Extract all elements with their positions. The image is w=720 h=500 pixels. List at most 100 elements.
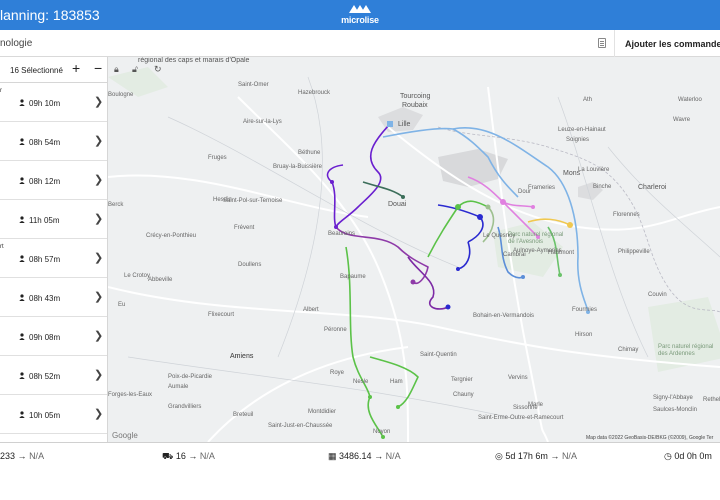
stat-vehicles-value: 16 xyxy=(175,451,186,461)
driver-icon xyxy=(19,333,25,340)
add-route-button[interactable]: + xyxy=(72,61,80,75)
driver-icon xyxy=(19,138,25,145)
summary-bar: 233 → N/A ⛟︎ 16 → N/A ▦ 3486.14 → N/A ◎ … xyxy=(0,442,720,500)
add-orders-label: Ajouter les commandes xyxy=(625,39,720,49)
brand-mark-icon xyxy=(349,5,371,13)
arrow-icon: → xyxy=(550,451,560,461)
driver-icon xyxy=(19,177,25,184)
selected-count: 16 Sélectionné xyxy=(10,66,63,75)
stat-orders: 233 → N/A xyxy=(0,451,44,461)
route-list-item[interactable]: 09h 08m ❯ xyxy=(0,317,107,356)
route-label-fragment: r xyxy=(0,88,2,94)
map-place-label: Amiens xyxy=(230,353,254,360)
driver-icon xyxy=(19,99,25,106)
planning-title: lanning: 183853 xyxy=(0,7,100,23)
chevron-right-icon[interactable]: ❯ xyxy=(94,173,103,186)
map-place-label: Chimay xyxy=(618,347,639,353)
map-place-label: Vervins xyxy=(508,375,528,381)
route-list-panel: 16 Sélectionné + − r 09h 10m ❯ 08h 54m ❯ 08h … xyxy=(0,57,108,473)
route-duration: 08h 54m xyxy=(29,138,61,147)
map-place-label: Boulogne xyxy=(108,92,134,98)
map-place-label: Aire-sur-la-Lys xyxy=(243,119,282,125)
route-list-item[interactable]: rt 08h 57m ❯ xyxy=(0,239,107,278)
route-list-item[interactable]: 08h 52m ❯ xyxy=(0,356,107,395)
route-list-item[interactable]: 08h 54m ❯ xyxy=(0,122,107,161)
map-place-label: Tergnier xyxy=(451,377,473,383)
map-place-label: Wavre xyxy=(673,117,691,123)
stat-orders-value: 233 xyxy=(0,451,16,461)
map-view[interactable]: 🔒︎ 🔓︎ ↻ régional des caps et marais d'Op… xyxy=(108,57,720,442)
map-place-label: Saint-Quentin xyxy=(420,352,457,358)
technology-label: nologie xyxy=(0,38,33,49)
map-place-label: Douai xyxy=(388,201,407,208)
map-place-label: Waterloo xyxy=(678,97,702,103)
route-list-item[interactable]: 08h 43m ❯ xyxy=(0,278,107,317)
chevron-right-icon[interactable]: ❯ xyxy=(94,251,103,264)
route-label-fragment: rt xyxy=(0,244,4,250)
google-logo: Google xyxy=(112,431,138,440)
arrow-icon: → xyxy=(188,451,198,461)
map-place-label: Crécy-en-Ponthieu xyxy=(146,233,197,239)
map-place-label: Aumale xyxy=(168,384,189,390)
chevron-right-icon[interactable]: ❯ xyxy=(94,134,103,147)
top-bar: lanning: 183853 microlise xyxy=(0,0,720,30)
map-place-label: Saint-Pol-sur-Ternoise xyxy=(223,198,283,204)
map-place-label: Le Crotoy xyxy=(124,273,151,279)
map-place-label: Cambrai xyxy=(503,252,526,258)
map-place-label: Beaurains xyxy=(328,231,356,237)
route-duration: 08h 43m xyxy=(29,294,61,303)
route-list-item[interactable]: 10h 05m ❯ xyxy=(0,395,107,434)
map-place-label: Hirson xyxy=(575,332,593,338)
chevron-right-icon[interactable]: ❯ xyxy=(94,329,103,342)
map-place-label: Saint-Just-en-Chaussée xyxy=(268,423,333,429)
map-place-label: Forges-les-Eaux xyxy=(108,392,153,398)
document-icon[interactable] xyxy=(598,38,606,48)
remove-route-button[interactable]: − xyxy=(94,61,102,75)
route-duration: 08h 52m xyxy=(29,372,61,381)
map-place-label: Hazebrouck xyxy=(298,90,331,96)
route-duration: 08h 12m xyxy=(29,177,61,186)
stat-drive-time-value: 5d 17h 6m xyxy=(505,451,548,461)
arrow-icon: → xyxy=(17,451,27,461)
route-duration: 10h 05m xyxy=(29,411,61,420)
map-place-label: régional des caps et marais d'Opale xyxy=(138,57,250,64)
chevron-right-icon[interactable]: ❯ xyxy=(94,290,103,303)
add-orders-button[interactable]: Ajouter les commandes ⌄ xyxy=(614,30,720,57)
chevron-right-icon[interactable]: ❯ xyxy=(94,212,103,225)
unlock-icon[interactable]: 🔓︎ xyxy=(132,64,138,75)
map-place-label: Parc naturel régional de l'Avesnois xyxy=(508,232,564,245)
route-list-header: 16 Sélectionné + − xyxy=(0,57,107,83)
map-place-label: Soignies xyxy=(566,137,590,143)
map-place-label: Eu xyxy=(118,302,126,308)
driver-icon xyxy=(19,411,25,418)
map-place-label: Chauny xyxy=(453,392,474,398)
driver-icon xyxy=(19,216,25,223)
stat-idle-time: ◷ 0d 0h 0m xyxy=(664,451,712,462)
route-list-item[interactable]: 08h 12m ❯ xyxy=(0,161,107,200)
map-place-label: Philippeville xyxy=(618,249,650,255)
chevron-right-icon[interactable]: ❯ xyxy=(94,407,103,420)
map-place-label: Saulces-Monclin xyxy=(653,407,698,413)
map-place-label: Flixecourt xyxy=(208,312,235,318)
stat-drive-time-target: N/A xyxy=(561,451,577,461)
route-list-item[interactable]: 11h 05m ❯ xyxy=(0,200,107,239)
stat-distance-value: 3486.14 xyxy=(339,451,372,461)
route-list-item[interactable]: r 09h 10m ❯ xyxy=(0,83,107,122)
map-place-label: Bohain-en-Vermandois xyxy=(473,313,535,319)
map-place-label: Abbeville xyxy=(148,277,173,283)
driver-icon xyxy=(19,294,25,301)
map-place-label: Montdidier xyxy=(308,409,337,415)
map-place-label: Roye xyxy=(330,370,345,376)
map-place-label: Leuze-en-Hainaut xyxy=(558,127,606,133)
driver-icon xyxy=(19,372,25,379)
clock-icon: ◷ xyxy=(664,451,672,461)
brand-logo: microlise xyxy=(340,3,380,27)
refresh-icon[interactable]: ↻ xyxy=(154,64,162,75)
chevron-right-icon[interactable]: ❯ xyxy=(94,95,103,108)
lock-icon[interactable]: 🔒︎ xyxy=(114,64,119,75)
chevron-right-icon[interactable]: ❯ xyxy=(94,368,103,381)
sub-bar: nologie Ajouter les commandes ⌄ xyxy=(0,30,720,57)
map-place-label: Signy-l'Abbaye xyxy=(653,395,693,401)
map-attribution[interactable]: Map data ©2022 GeoBasis-DE/BKG (©2009), … xyxy=(586,435,713,441)
stat-distance: ▦ 3486.14 → N/A xyxy=(328,451,401,462)
